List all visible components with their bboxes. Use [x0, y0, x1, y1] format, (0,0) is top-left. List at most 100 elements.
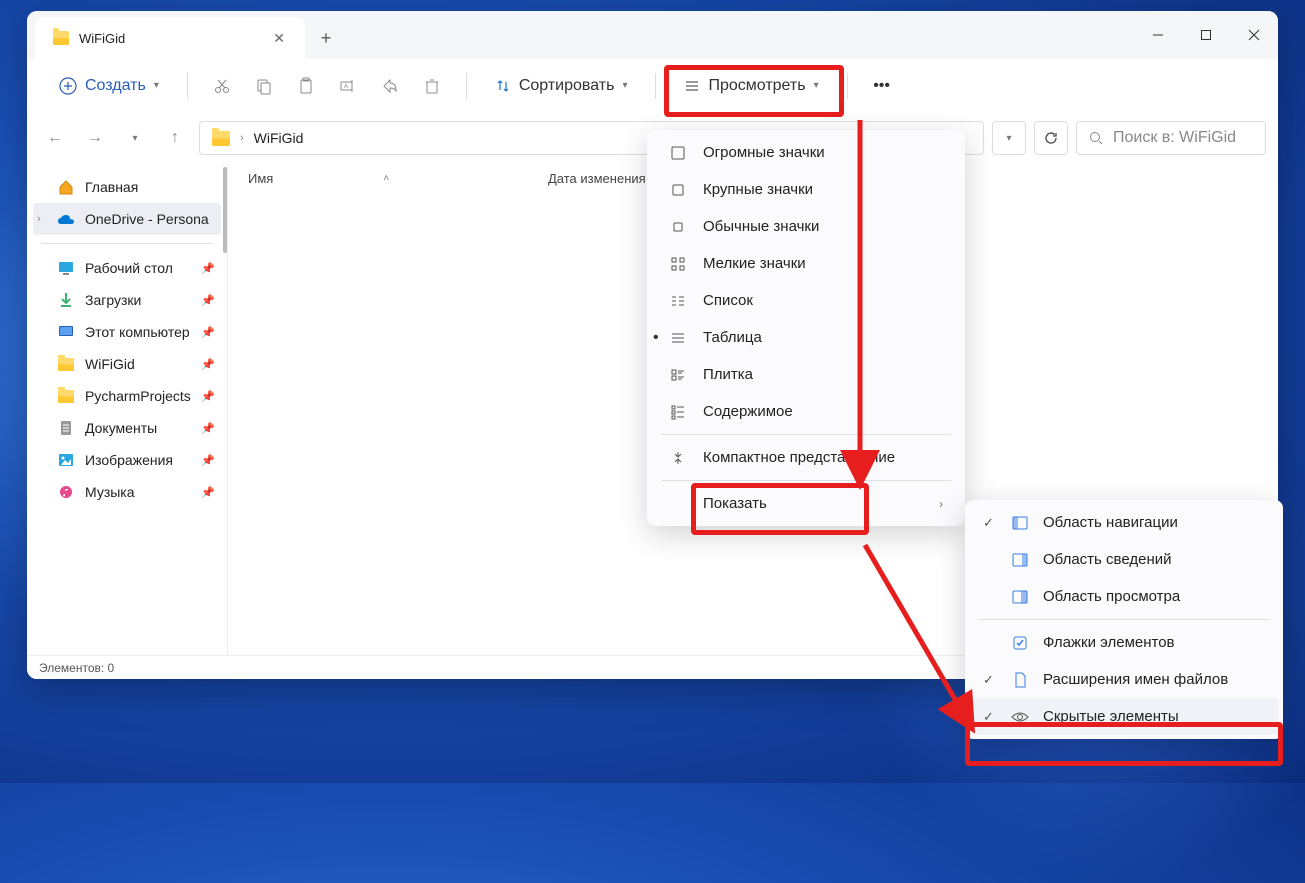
create-label: Создать	[85, 77, 146, 95]
medium-icon	[669, 219, 687, 235]
forward-button[interactable]: →	[79, 122, 111, 154]
checkbox-icon	[1011, 635, 1029, 651]
show-submenu: ✓Область навигации Область сведений Обла…	[965, 500, 1283, 739]
folder-icon	[212, 131, 230, 146]
sidebar-label: Загрузки	[85, 292, 141, 308]
back-button[interactable]: ←	[39, 122, 71, 154]
eye-icon	[1011, 711, 1029, 723]
delete-button[interactable]	[414, 68, 450, 104]
details-icon	[669, 330, 687, 346]
pane-nav-icon	[1011, 516, 1029, 530]
menu-item-compact[interactable]: Компактное представление	[651, 439, 961, 476]
sidebar-label: PycharmProjects	[85, 388, 191, 404]
pin-icon: 📌	[201, 454, 215, 467]
sidebar-item-onedrive[interactable]: › OneDrive - Personal	[33, 203, 221, 235]
sidebar-item-images[interactable]: Изображения 📌	[27, 444, 227, 476]
share-button[interactable]	[372, 68, 408, 104]
chevron-right-icon[interactable]: ›	[37, 213, 41, 225]
extra-large-icon	[669, 145, 687, 161]
menu-item-item-checkboxes[interactable]: Флажки элементов	[969, 624, 1279, 661]
sidebar-item-documents[interactable]: Документы 📌	[27, 412, 227, 444]
view-button[interactable]: Просмотреть ▾	[672, 71, 830, 101]
copy-button[interactable]	[246, 68, 282, 104]
view-icon	[684, 78, 700, 94]
sort-label: Сортировать	[519, 77, 615, 95]
refresh-button[interactable]	[1034, 121, 1068, 155]
small-icon	[669, 256, 687, 272]
sidebar-item-downloads[interactable]: Загрузки 📌	[27, 284, 227, 316]
sidebar-label: Этот компьютер	[85, 324, 190, 340]
music-icon	[57, 484, 75, 500]
menu-item-extra-large-icons[interactable]: Огромные значки	[651, 134, 961, 171]
cut-icon	[213, 77, 231, 95]
menu-label: Мелкие значки	[703, 255, 806, 272]
chevron-right-icon: ›	[939, 497, 943, 511]
menu-label: Область навигации	[1043, 514, 1178, 531]
folder-icon	[57, 356, 75, 372]
menu-label: Компактное представление	[703, 449, 895, 466]
column-label: Имя	[248, 171, 273, 186]
pin-icon: 📌	[201, 390, 215, 403]
sidebar-item-wifigid[interactable]: WiFiGid 📌	[27, 348, 227, 380]
titlebar: WiFiGid ✕ +	[27, 11, 1278, 59]
close-button[interactable]	[1230, 11, 1278, 59]
sort-indicator-icon: ˄	[383, 173, 389, 184]
desktop-icon	[57, 260, 75, 276]
menu-item-large-icons[interactable]: Крупные значки	[651, 171, 961, 208]
sidebar-item-thispc[interactable]: Этот компьютер 📌	[27, 316, 227, 348]
cut-button[interactable]	[204, 68, 240, 104]
menu-item-tiles[interactable]: Плитка	[651, 356, 961, 393]
paste-button[interactable]	[288, 68, 324, 104]
menu-item-list[interactable]: Список	[651, 282, 961, 319]
sidebar-item-home[interactable]: Главная	[27, 171, 227, 203]
menu-label: Огромные значки	[703, 144, 825, 161]
sidebar-item-music[interactable]: Музыка 📌	[27, 476, 227, 508]
menu-item-details-pane[interactable]: Область сведений	[969, 541, 1279, 578]
create-button[interactable]: Создать ▾	[47, 71, 171, 101]
divider	[661, 434, 951, 435]
search-box[interactable]: Поиск в: WiFiGid	[1076, 121, 1266, 155]
address-segment[interactable]: WiFiGid	[254, 130, 304, 146]
menu-item-extensions[interactable]: ✓Расширения имен файлов	[969, 661, 1279, 698]
home-icon	[57, 179, 75, 195]
menu-label: Показать	[703, 495, 767, 512]
divider	[661, 480, 951, 481]
new-tab-button[interactable]: +	[305, 17, 347, 59]
rename-button[interactable]: A	[330, 68, 366, 104]
pane-details-icon	[1011, 553, 1029, 567]
menu-item-medium-icons[interactable]: Обычные значки	[651, 208, 961, 245]
sidebar-item-pycharm[interactable]: PycharmProjects 📌	[27, 380, 227, 412]
pin-icon: 📌	[201, 294, 215, 307]
check-icon: ✓	[983, 672, 997, 688]
rename-icon: A	[339, 77, 357, 95]
column-date[interactable]: Дата изменения	[548, 171, 646, 186]
tab-wifigid[interactable]: WiFiGid ✕	[35, 17, 305, 59]
minimize-button[interactable]	[1134, 11, 1182, 59]
column-name[interactable]: Имя ˄	[248, 171, 548, 186]
separator	[655, 73, 656, 99]
menu-item-content[interactable]: Содержимое	[651, 393, 961, 430]
image-icon	[57, 452, 75, 468]
sort-button[interactable]: Сортировать ▾	[483, 71, 640, 101]
separator	[847, 73, 848, 99]
maximize-button[interactable]	[1182, 11, 1230, 59]
menu-item-preview-pane[interactable]: Область просмотра	[969, 578, 1279, 615]
sidebar-item-desktop[interactable]: Рабочий стол 📌	[27, 252, 227, 284]
menu-label: Таблица	[703, 329, 762, 346]
menu-item-hidden-items[interactable]: ✓Скрытые элементы	[969, 698, 1279, 735]
address-dropdown-button[interactable]: ▾	[992, 121, 1026, 155]
view-dropdown-menu: Огромные значки Крупные значки Обычные з…	[647, 130, 965, 526]
up-button[interactable]: ↑	[159, 122, 191, 154]
chevron-down-icon: ▾	[154, 80, 159, 91]
menu-item-small-icons[interactable]: Мелкие значки	[651, 245, 961, 282]
tab-close-button[interactable]: ✕	[269, 26, 289, 51]
menu-item-show[interactable]: Показать ›	[651, 485, 961, 522]
computer-icon	[57, 324, 75, 340]
menu-item-nav-pane[interactable]: ✓Область навигации	[969, 504, 1279, 541]
recent-button[interactable]: ▾	[119, 122, 151, 154]
sidebar-label: WiFiGid	[85, 356, 135, 372]
more-button[interactable]: •••	[864, 68, 900, 104]
menu-item-details[interactable]: Таблица	[651, 319, 961, 356]
pin-icon: 📌	[201, 358, 215, 371]
toolbar: Создать ▾ A Сортировать ▾ Просмотреть ▾ …	[27, 59, 1278, 113]
